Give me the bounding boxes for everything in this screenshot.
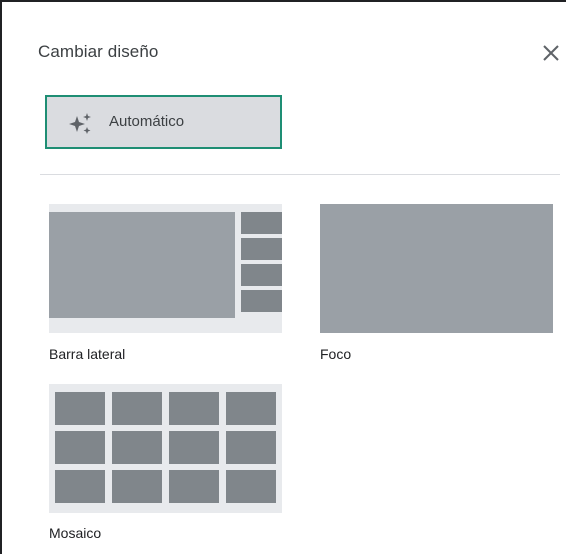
grid-video-tile (112, 392, 162, 425)
dialog-title: Cambiar diseño (38, 42, 159, 61)
layout-label-spotlight: Foco (320, 346, 352, 362)
sidebar-layout-thumbnail (49, 204, 282, 333)
automatic-layout-button[interactable]: Automático (45, 95, 282, 149)
layout-option-sidebar[interactable]: Barra lateral (49, 204, 282, 364)
layout-option-spotlight[interactable]: Foco (320, 204, 553, 364)
side-video-tile (241, 212, 282, 234)
grid-video-tile (169, 392, 219, 425)
main-video-tile (49, 212, 235, 318)
layout-label-sidebar: Barra lateral (49, 346, 126, 362)
layout-label-tiled: Mosaico (49, 525, 102, 541)
divider (40, 174, 560, 175)
grid-video-tile (226, 392, 276, 425)
grid-video-tile (169, 431, 219, 464)
sparkle-icon (67, 111, 93, 137)
grid-video-tile (55, 431, 105, 464)
grid-video-tile (55, 392, 105, 425)
spotlight-layout-thumbnail (320, 204, 553, 333)
grid-video-tile (169, 470, 219, 503)
side-video-tile (241, 264, 282, 286)
tiled-layout-thumbnail (49, 384, 282, 513)
grid-video-tile (55, 470, 105, 503)
close-icon[interactable] (540, 42, 562, 64)
grid-video-tile (226, 470, 276, 503)
grid-video-tile (226, 431, 276, 464)
side-video-tile (241, 238, 282, 260)
grid-video-tile (112, 431, 162, 464)
side-video-tile (241, 290, 282, 312)
grid-video-tile (112, 470, 162, 503)
layout-option-tiled[interactable]: Mosaico (49, 384, 282, 544)
change-layout-dialog: Cambiar diseño Automático Barra lateral (0, 0, 566, 554)
automatic-layout-label: Automático (109, 113, 185, 130)
